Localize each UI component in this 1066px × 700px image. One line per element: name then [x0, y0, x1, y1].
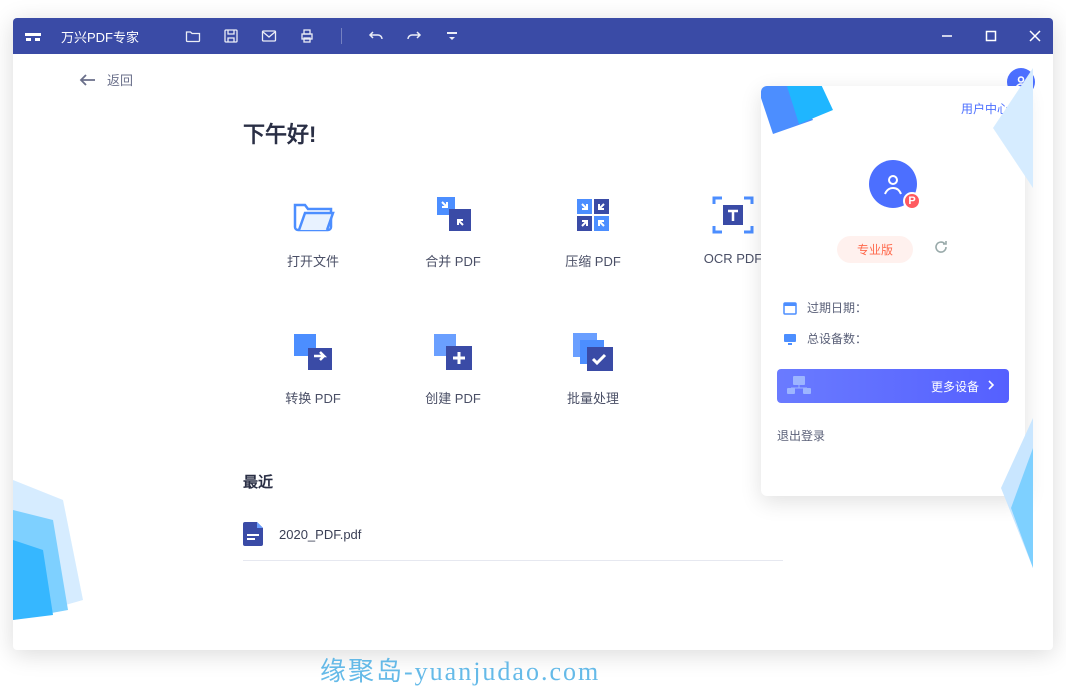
- tile-label: 打开文件: [287, 251, 339, 270]
- back-label: 返回: [107, 70, 133, 89]
- more-devices-button[interactable]: 更多设备: [777, 369, 1009, 403]
- folder-icon[interactable]: [185, 28, 201, 44]
- tile-merge-pdf[interactable]: 合并 PDF: [383, 193, 523, 270]
- merge-icon: [431, 193, 475, 237]
- tile-open-file[interactable]: 打开文件: [243, 193, 383, 270]
- devices-label: 总设备数：: [807, 330, 867, 347]
- batch-icon: [571, 330, 615, 374]
- create-icon: [431, 330, 475, 374]
- menu-icon[interactable]: [444, 28, 460, 44]
- pro-badge: P: [903, 192, 921, 210]
- tile-label: 压缩 PDF: [565, 251, 621, 270]
- separator: [341, 28, 342, 44]
- tile-convert-pdf[interactable]: 转换 PDF: [243, 330, 383, 407]
- monitor-icon: [783, 332, 797, 346]
- user-avatar-icon: P: [869, 160, 917, 208]
- tile-label: 合并 PDF: [425, 251, 481, 270]
- tile-label: 创建 PDF: [425, 388, 481, 407]
- app-title: 万兴PDF专家: [61, 27, 139, 46]
- convert-icon: [291, 330, 335, 374]
- minimize-button[interactable]: [939, 28, 955, 44]
- app-logo-icon: [23, 26, 43, 46]
- tile-label: 批量处理: [567, 388, 619, 407]
- ocr-icon: [711, 193, 755, 237]
- tile-batch[interactable]: 批量处理: [523, 330, 663, 407]
- undo-icon[interactable]: [368, 28, 384, 44]
- recent-file-item[interactable]: 2020_PDF.pdf: [243, 514, 783, 561]
- tile-label: 转换 PDF: [285, 388, 341, 407]
- chevron-right-icon: [987, 379, 995, 393]
- expiry-row: 过期日期：: [783, 299, 1009, 316]
- refresh-icon[interactable]: [933, 239, 949, 260]
- watermark: 缘聚岛-yuanjudao.com: [320, 651, 600, 688]
- user-panel: 用户中心 P 专业版 过期日期： 总设备数： 更多设备 退出: [761, 86, 1025, 496]
- close-button[interactable]: [1027, 28, 1043, 44]
- recent-file-name: 2020_PDF.pdf: [279, 527, 361, 542]
- back-button[interactable]: 返回: [13, 54, 1053, 89]
- open-file-icon: [291, 193, 335, 237]
- devices-row: 总设备数：: [783, 330, 1009, 347]
- save-icon[interactable]: [223, 28, 239, 44]
- expiry-label: 过期日期：: [807, 299, 867, 316]
- tile-label: OCR PDF: [704, 251, 763, 266]
- mail-icon[interactable]: [261, 28, 277, 44]
- devices-graphic-icon: [785, 375, 813, 397]
- titlebar: 万兴PDF专家: [13, 18, 1053, 54]
- logout-button[interactable]: 退出登录: [777, 427, 1009, 444]
- pdf-file-icon: [243, 522, 263, 546]
- calendar-icon: [783, 301, 797, 315]
- panel-decoration-icon: [761, 86, 835, 134]
- maximize-button[interactable]: [983, 28, 999, 44]
- redo-icon[interactable]: [406, 28, 422, 44]
- tile-create-pdf[interactable]: 创建 PDF: [383, 330, 523, 407]
- edition-pill[interactable]: 专业版: [837, 236, 913, 263]
- more-devices-label: 更多设备: [931, 378, 979, 395]
- compress-icon: [571, 193, 615, 237]
- user-center-link[interactable]: 用户中心: [961, 100, 1009, 117]
- tile-compress-pdf[interactable]: 压缩 PDF: [523, 193, 663, 270]
- print-icon[interactable]: [299, 28, 315, 44]
